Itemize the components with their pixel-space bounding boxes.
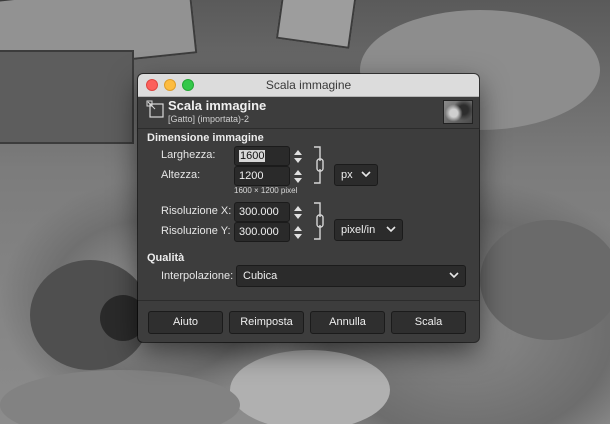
- resolution-x-label: Risoluzione X:: [161, 205, 232, 217]
- width-value: 1600: [239, 150, 266, 162]
- divider: [138, 128, 479, 129]
- window-title: Scala immagine: [265, 78, 352, 92]
- size-unit-value: px: [341, 169, 353, 181]
- quality-section-title: Qualità: [147, 252, 185, 264]
- chevron-down-icon: [449, 272, 459, 279]
- width-label: Larghezza:: [161, 149, 216, 161]
- chevron-down-icon: [361, 171, 371, 178]
- image-thumbnail: [443, 100, 473, 124]
- title-bar[interactable]: Scala immagine: [138, 74, 479, 97]
- resolution-chain-link-icon[interactable]: [311, 201, 325, 241]
- pixel-size-info: 1600 × 1200 pixel: [234, 186, 298, 195]
- image-name: [Gatto] (importata)-2: [168, 114, 250, 124]
- width-spinbutton[interactable]: 1600: [234, 146, 304, 166]
- resolution-y-stepper[interactable]: [292, 223, 304, 241]
- help-button[interactable]: Aiuto: [148, 311, 223, 334]
- scale-button[interactable]: Scala: [391, 311, 466, 334]
- resolution-y-spinbutton[interactable]: 300.000: [234, 222, 304, 242]
- height-spinbutton[interactable]: 1200: [234, 166, 304, 186]
- background-shape: [480, 220, 610, 340]
- resolution-unit-select[interactable]: pixel/in: [334, 219, 403, 241]
- chevron-down-icon: [386, 226, 396, 233]
- interpolation-value: Cubica: [243, 270, 278, 282]
- interpolation-label: Interpolazione:: [161, 270, 234, 282]
- width-input[interactable]: 1600: [234, 146, 290, 166]
- background-box: [0, 50, 134, 144]
- reset-button[interactable]: Reimposta: [229, 311, 304, 334]
- dialog-header: Scala immagine [Gatto] (importata)-2: [138, 96, 479, 128]
- resolution-y-label: Risoluzione Y:: [161, 225, 231, 237]
- width-stepper[interactable]: [292, 147, 304, 165]
- size-unit-select[interactable]: px: [334, 164, 378, 186]
- background-shape: [230, 350, 390, 424]
- resolution-y-input[interactable]: 300.000: [234, 222, 290, 242]
- scale-image-dialog: Scala immagine Scala immagine [Gatto] (i…: [138, 74, 479, 342]
- background-shape: [0, 370, 240, 424]
- resolution-unit-value: pixel/in: [341, 224, 376, 236]
- interpolation-select[interactable]: Cubica: [236, 265, 466, 287]
- height-stepper[interactable]: [292, 167, 304, 185]
- height-input[interactable]: 1200: [234, 166, 290, 186]
- cancel-button[interactable]: Annulla: [310, 311, 385, 334]
- chain-link-icon[interactable]: [311, 145, 325, 185]
- scale-image-icon: [146, 100, 164, 118]
- image-size-section-title: Dimensione immagine: [147, 132, 264, 144]
- height-label: Altezza:: [161, 169, 201, 181]
- dialog-title: Scala immagine: [168, 98, 267, 113]
- background-box: [275, 0, 359, 49]
- divider: [138, 300, 479, 301]
- resolution-x-input[interactable]: 300.000: [234, 202, 290, 222]
- resolution-x-stepper[interactable]: [292, 203, 304, 221]
- resolution-x-spinbutton[interactable]: 300.000: [234, 202, 304, 222]
